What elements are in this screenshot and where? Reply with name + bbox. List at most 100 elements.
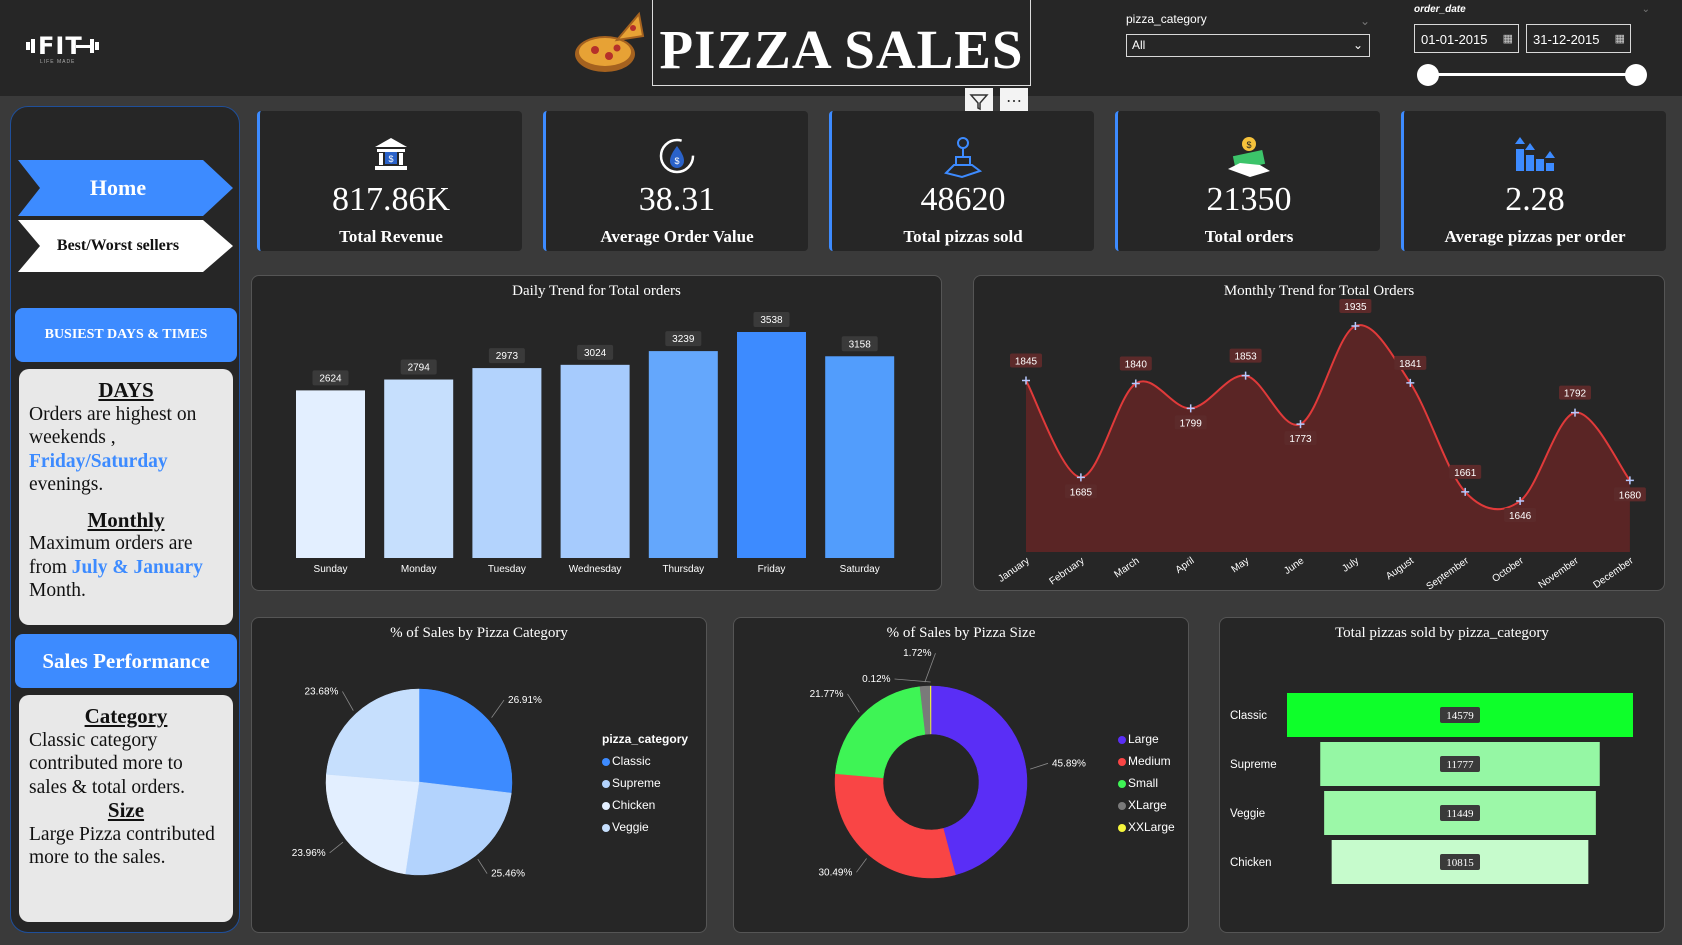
kpi-total-revenue: $ 817.86K Total Revenue xyxy=(257,111,522,251)
monthly-text: Maximum orders are from July & January M… xyxy=(29,533,203,601)
leader-line xyxy=(856,858,867,873)
monthly-trend-chart[interactable]: Monthly Trend for Total Orders 1845 Janua… xyxy=(973,275,1665,592)
sales-performance-header[interactable]: Sales Performance xyxy=(15,634,237,688)
legend-title: pizza_category xyxy=(602,732,689,746)
legend-item[interactable]: Chicken xyxy=(602,794,688,816)
data-label: 2973 xyxy=(496,351,519,362)
kpi-label: Average pizzas per order xyxy=(1444,227,1626,246)
daily-trend-svg: 2624 Sunday 2794 Monday 2973 Tuesday 3024 Wedne… xyxy=(296,312,895,575)
end-date-input[interactable]: 31-12-2015 ▦ xyxy=(1526,24,1631,53)
data-label: 23.96% xyxy=(292,848,326,859)
data-label: 1853 xyxy=(1234,352,1257,363)
sidebar: Home Best/Worst sellers BUSIEST DAYS & T… xyxy=(10,106,240,933)
kpi-total-orders: $ 21350 Total orders xyxy=(1115,111,1380,251)
date-slicer: order_date ⌄ 01-01-2015 ▦ 31-12-2015 ▦ xyxy=(1414,4,1650,86)
chevron-down-icon[interactable]: ⌄ xyxy=(1642,4,1650,15)
sales-by-size-chart[interactable]: % of Sales by Pizza Size 45.89% 30.49% 21.… xyxy=(733,617,1189,933)
kpi-label: Total Revenue xyxy=(339,227,443,246)
date-range-end-handle[interactable] xyxy=(1625,64,1647,86)
area-fill xyxy=(1026,325,1630,552)
svg-text:$: $ xyxy=(388,154,393,164)
x-tick-label: Friday xyxy=(758,564,786,575)
legend-item[interactable]: Large xyxy=(1118,728,1175,750)
data-label: 1680 xyxy=(1619,490,1642,501)
x-tick-label: Saturday xyxy=(840,564,880,575)
nav-best-worst-label: Best/Worst sellers xyxy=(56,237,180,254)
category-text: Classic category contributed more to sal… xyxy=(29,729,185,798)
x-tick-label: September xyxy=(1425,555,1472,592)
leader-line xyxy=(477,858,488,874)
date-range-start-handle[interactable] xyxy=(1417,64,1439,86)
page-title: PIZZA SALES xyxy=(659,19,1024,80)
kpi-value: 48620 xyxy=(920,181,1006,218)
calendar-icon[interactable]: ▦ xyxy=(1615,25,1625,54)
data-point xyxy=(1022,376,1030,385)
data-label: 45.89% xyxy=(1052,758,1086,769)
x-tick-label: February xyxy=(1048,555,1087,587)
nav-home-button[interactable]: Home xyxy=(18,160,233,216)
bank-icon: $ xyxy=(260,135,522,178)
x-tick-label: Tuesday xyxy=(488,564,526,575)
sales-by-category-chart[interactable]: % of Sales by Pizza Category 26.91% 25.46… xyxy=(251,617,707,933)
x-tick-label: October xyxy=(1490,555,1526,585)
monthly-trend-svg: 1845 January 1685 February 1840 March 1799 Apri… xyxy=(996,299,1646,592)
bar xyxy=(560,364,630,558)
bar xyxy=(296,390,365,558)
data-label: 26.91% xyxy=(508,695,542,706)
category-dropdown[interactable]: All ⌄ xyxy=(1126,34,1370,57)
days-highlight: Friday/Saturday xyxy=(29,450,168,472)
data-label: 1.72% xyxy=(903,648,931,659)
bar xyxy=(648,351,718,558)
pizzas-by-category-chart[interactable]: Total pizzas sold by pizza_category 1457… xyxy=(1219,617,1665,933)
busiest-days-header[interactable]: BUSIEST DAYS & TIMES xyxy=(15,308,237,362)
days-insight-card: DAYS Orders are highest on weekends , Fr… xyxy=(19,369,233,625)
data-label: 11777 xyxy=(1446,759,1474,771)
stacked-bars-icon xyxy=(1404,135,1666,180)
legend-item[interactable]: XLarge xyxy=(1118,794,1175,816)
x-tick-label: Monday xyxy=(401,564,437,575)
leader-line xyxy=(491,699,505,718)
sales-insight-card: Category Classic category contributed mo… xyxy=(19,695,233,922)
x-tick-label: May xyxy=(1230,555,1252,575)
start-date-value: 01-01-2015 xyxy=(1421,32,1488,47)
data-label: 1840 xyxy=(1125,360,1148,371)
category-slicer-label: pizza_category xyxy=(1126,12,1207,26)
data-label: 1661 xyxy=(1454,468,1477,479)
date-range-track[interactable] xyxy=(1428,73,1636,76)
nav-best-worst-button[interactable]: Best/Worst sellers xyxy=(18,220,233,272)
x-tick-label: November xyxy=(1537,555,1582,591)
legend-item[interactable]: Small xyxy=(1118,772,1175,794)
legend-item[interactable]: XXLarge xyxy=(1118,816,1175,838)
pie-slice xyxy=(835,686,926,779)
page-title-box: PIZZA SALES xyxy=(652,0,1031,86)
top-bar: FIT LIFE MADE PIZZA SALES pizza_category… xyxy=(0,0,1682,96)
kpi-value: 21350 xyxy=(1206,181,1292,218)
x-tick-label: August xyxy=(1384,555,1416,582)
x-tick-label: July xyxy=(1340,555,1361,574)
legend-item[interactable]: Supreme xyxy=(602,772,688,794)
size-text: Large Pizza contributed more to the sale… xyxy=(29,823,215,869)
data-label: 1841 xyxy=(1399,359,1422,370)
legend-item[interactable]: Classic xyxy=(602,750,688,772)
data-label: 1935 xyxy=(1344,302,1367,313)
start-date-input[interactable]: 01-01-2015 ▦ xyxy=(1414,24,1519,53)
data-label: 30.49% xyxy=(818,867,852,878)
monthly-heading: Monthly xyxy=(87,507,165,532)
pie-slice xyxy=(834,773,956,879)
x-tick-label: March xyxy=(1112,555,1141,580)
category-label: Veggie xyxy=(1230,808,1265,820)
legend-item[interactable]: Medium xyxy=(1118,750,1175,772)
funnel-svg: 14579 Classic 11777 Supreme 11449 Veggie 10815… xyxy=(1230,693,1633,884)
kpi-label: Total pizzas sold xyxy=(903,227,1023,246)
chevron-down-icon[interactable]: ⌄ xyxy=(1360,14,1370,28)
kpi-label: Total orders xyxy=(1204,227,1294,246)
bar xyxy=(384,379,454,558)
data-label: 10815 xyxy=(1446,857,1474,869)
legend-item[interactable]: Veggie xyxy=(602,816,688,838)
daily-trend-chart[interactable]: Daily Trend for Total orders 2624 Sunday 2… xyxy=(251,275,942,591)
category-slicer: pizza_category ⌄ All ⌄ xyxy=(1126,12,1370,57)
bar xyxy=(737,332,806,558)
hand-money-icon xyxy=(832,135,1094,184)
x-tick-label: April xyxy=(1174,555,1197,575)
calendar-icon[interactable]: ▦ xyxy=(1503,25,1513,54)
